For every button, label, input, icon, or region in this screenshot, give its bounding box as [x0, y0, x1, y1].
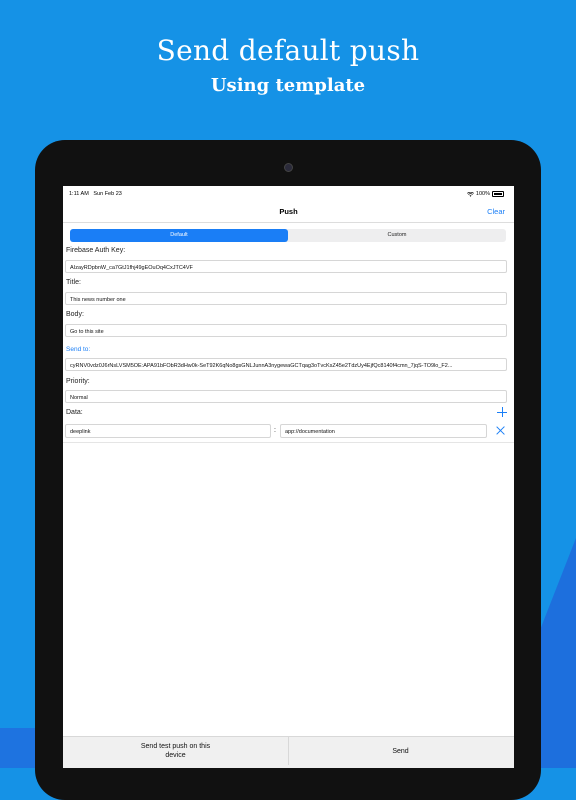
priority-label: Priority: — [66, 378, 90, 385]
data-label: Data: — [66, 409, 83, 416]
battery-icon — [492, 191, 504, 197]
firebase-auth-key-field[interactable]: AIzayRDpbnW_ca7GtJ1fhj49gEOuOq4CxJTC4VF — [65, 260, 507, 273]
promo-headline: Send default push — [156, 34, 420, 67]
priority-field[interactable]: Normal — [65, 390, 507, 403]
status-time: 1:11 AM — [69, 191, 89, 197]
page-title: Push — [279, 207, 298, 216]
app-screen: 1:11 AM Sun Feb 23 100% Push Clear Defau… — [63, 186, 514, 768]
camera-icon — [284, 163, 293, 172]
body-label: Body: — [66, 311, 84, 318]
title-label: Title: — [66, 279, 81, 286]
status-time-date: 1:11 AM Sun Feb 23 — [69, 191, 122, 197]
segment-default[interactable]: Default — [70, 229, 288, 242]
data-value-field[interactable]: app://documentation — [280, 424, 487, 438]
divider — [63, 442, 514, 443]
promo-subheadline: Using template — [210, 75, 366, 96]
status-bar: 1:11 AM Sun Feb 23 100% — [63, 186, 514, 202]
send-test-push-button[interactable]: Send test push on this device — [63, 737, 289, 765]
battery-percent: 100% — [475, 191, 490, 197]
status-date: Sun Feb 23 — [93, 191, 122, 197]
status-right: 100% — [466, 191, 504, 197]
send-label: Send — [392, 747, 409, 755]
send-to-label[interactable]: Send to: — [66, 346, 90, 353]
key-value-separator: : — [274, 427, 276, 434]
segment-custom[interactable]: Custom — [288, 229, 506, 242]
title-field[interactable]: This news number one — [65, 292, 507, 305]
clear-button[interactable]: Clear — [487, 207, 505, 216]
send-button[interactable]: Send — [288, 737, 513, 765]
wifi-icon — [466, 191, 474, 197]
add-data-icon[interactable] — [497, 407, 507, 417]
segmented-control: Default Custom — [70, 229, 506, 242]
data-key-field[interactable]: deeplink — [65, 424, 271, 438]
remove-data-icon[interactable] — [496, 426, 505, 435]
bottom-toolbar: Send test push on this device Send — [63, 736, 514, 768]
firebase-auth-key-label: Firebase Auth Key: — [66, 247, 126, 254]
send-test-push-label: Send test push on this device — [140, 743, 211, 759]
body-field[interactable]: Go to this site — [65, 324, 507, 337]
send-to-field[interactable]: cyRNV0vdz0J6rNsLVSM5OE:APA91bFObR3dHw0k-… — [65, 358, 507, 371]
navigation-bar: Push Clear — [63, 202, 514, 223]
